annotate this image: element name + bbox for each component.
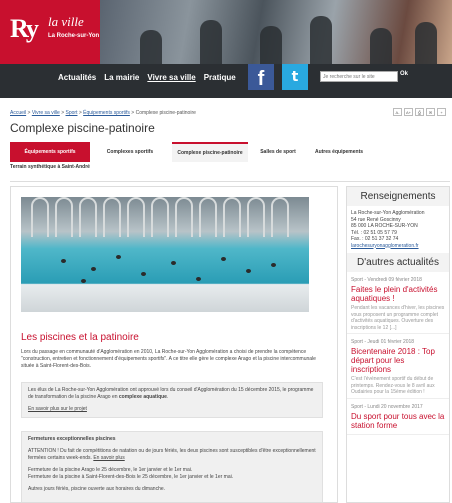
sidebar: Renseignements La Roche-sur-Yon Agglomér…: [346, 186, 450, 503]
tab-terrain-synthetique[interactable]: Terrain synthétique à Saint-André: [10, 164, 90, 170]
contact-address: La Roche-sur-Yon Agglomération 54 rue Re…: [347, 206, 449, 253]
news-meta: Sport - Jeudi 01 février 2018: [351, 339, 415, 345]
closures-title: Fermetures exceptionnelles piscines: [28, 436, 116, 442]
news-title: D'autres actualités: [347, 253, 449, 272]
breadcrumb-equipements[interactable]: Équipements sportifs: [83, 110, 130, 116]
tab-autres-equipements[interactable]: Autres équipements: [308, 142, 370, 162]
search-button[interactable]: Ok: [400, 71, 408, 77]
news-desc: Pendant les vacances d'hiver, les piscin…: [351, 305, 445, 331]
news-title-link[interactable]: Faites le plein d'activités aquatiques !: [351, 285, 445, 303]
logo-script: la ville: [48, 14, 84, 29]
site-header: Ry la ville La Roche-sur-Yon Actualités …: [0, 0, 452, 98]
closures-other: Autres jours fériés, piscine ouverte aux…: [28, 486, 166, 492]
tab-equipements-sportifs[interactable]: Équipements sportifs: [10, 142, 90, 162]
closures-warning: ATTENTION ! Du fait de compétitions de n…: [28, 448, 316, 461]
facebook-icon[interactable]: f: [248, 64, 274, 90]
tab-complexe-piscine-patinoire[interactable]: Complexe piscine-patinoire: [172, 142, 248, 162]
project-strong: complexe aquatique: [118, 394, 167, 400]
tab-salles-de-sport[interactable]: Salles de sport: [250, 142, 306, 162]
news-title-link[interactable]: Bicentenaire 2018 : Top départ pour les …: [351, 347, 445, 374]
header-banner-photo: [100, 0, 452, 64]
section-heading: Les piscines et la patinoire: [21, 332, 139, 343]
tab-complexes-sportifs[interactable]: Complexes sportifs: [92, 142, 168, 162]
print-icon[interactable]: ⎙: [415, 108, 424, 116]
project-link[interactable]: En savoir plus sur le projet: [28, 406, 316, 413]
nav-pratique[interactable]: Pratique: [204, 73, 236, 82]
intro-paragraph: Lors du passage en communauté d'Agglomér…: [21, 349, 316, 369]
search-input[interactable]: Je recherche sur le site: [320, 71, 398, 82]
text-larger-button[interactable]: A+: [404, 108, 413, 116]
breadcrumb: Accueil > Vivre sa ville > Sport > Équip…: [10, 110, 196, 116]
news-desc: C'est l'événement sportif du début de pr…: [351, 376, 435, 395]
news-meta: Sport - Vendredi 09 février 2018: [351, 277, 422, 283]
breadcrumb-home[interactable]: Accueil: [10, 110, 26, 116]
breadcrumb-sport[interactable]: Sport: [66, 110, 78, 116]
logo-city: La Roche-sur-Yon: [48, 33, 100, 39]
pool-photo: [21, 197, 309, 312]
news-item[interactable]: Sport - Vendredi 09 février 2018 Faites …: [347, 272, 449, 334]
news-meta: Sport - Lundi 20 novembre 2017: [351, 403, 423, 410]
mail-icon[interactable]: ✉: [426, 108, 435, 116]
site-logo[interactable]: Ry la ville La Roche-sur-Yon: [0, 0, 100, 64]
accessibility-tools: A- A+ ⎙ ✉ +: [393, 108, 446, 116]
project-text: Les élus de La Roche-sur-Yon Agglomérati…: [28, 387, 314, 400]
news-title-link[interactable]: Du sport pour tous avec la station forme: [351, 412, 445, 430]
nav-actualites[interactable]: Actualités: [58, 73, 96, 82]
email-link[interactable]: larochesuryonagglomeration.fr: [351, 243, 419, 249]
closures-arago: Fermeture de la piscine Arago le 25 déce…: [28, 467, 193, 473]
closures-box: Fermetures exceptionnelles piscines ATTE…: [21, 431, 323, 502]
text-smaller-button[interactable]: A-: [393, 108, 402, 116]
news-item[interactable]: Sport - Jeudi 01 février 2018 Bicentenai…: [347, 334, 449, 399]
twitter-icon[interactable]: t: [282, 64, 308, 90]
logo-mark: Ry: [10, 14, 39, 43]
project-box: Les élus de La Roche-sur-Yon Agglomérati…: [21, 382, 323, 418]
share-icon[interactable]: +: [437, 108, 446, 116]
info-title: Renseignements: [347, 187, 449, 206]
news-item[interactable]: Sport - Lundi 20 novembre 2017 Du sport …: [347, 399, 449, 435]
main-content: Les piscines et la patinoire Lors du pas…: [10, 186, 338, 503]
closures-saint-florent: Fermeture de la piscine à Saint-Florent-…: [28, 474, 234, 480]
section-tabs: Équipements sportifs Complexes sportifs …: [10, 138, 450, 182]
breadcrumb-vivre[interactable]: Vivre sa ville: [32, 110, 60, 116]
closures-more-link[interactable]: En savoir plus: [93, 455, 124, 461]
page-title: Complexe piscine-patinoire: [10, 121, 155, 135]
nav-vivre-sa-ville[interactable]: Vivre sa ville: [147, 73, 195, 82]
nav-la-mairie[interactable]: La mairie: [104, 73, 139, 82]
breadcrumb-current: Complexe piscine-patinoire: [135, 110, 196, 116]
